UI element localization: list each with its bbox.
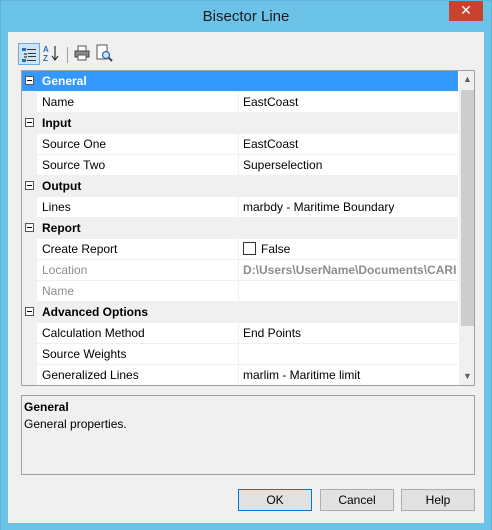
dialog-window: Bisector Line ✕ A Z General Name EastCoa… xyxy=(0,0,492,530)
property-value: D:\Users\UserName\Documents\CARI xyxy=(243,263,457,277)
category-row[interactable]: Output xyxy=(22,176,458,197)
category-row[interactable]: Input xyxy=(22,113,458,134)
scrollbar-thumb[interactable] xyxy=(461,90,474,326)
cancel-button[interactable]: Cancel xyxy=(320,489,394,511)
checkbox-icon[interactable] xyxy=(243,242,256,255)
description-text: General properties. xyxy=(24,417,127,431)
column-divider xyxy=(238,155,239,176)
column-divider xyxy=(238,323,239,344)
chevron-up-icon: ▲ xyxy=(463,74,472,84)
category-row[interactable]: Report xyxy=(22,218,458,239)
property-row[interactable]: Source One EastCoast xyxy=(22,134,458,155)
window-frame-left xyxy=(1,32,8,530)
print-preview-icon xyxy=(96,44,113,62)
categorized-button[interactable] xyxy=(18,43,40,65)
alphabetical-sort-icon: A Z xyxy=(43,45,59,63)
collapse-icon[interactable] xyxy=(25,307,34,316)
column-divider xyxy=(238,239,239,260)
property-row[interactable]: Source Two Superselection xyxy=(22,155,458,176)
property-name: Name xyxy=(42,95,75,109)
column-divider xyxy=(238,134,239,155)
collapse-icon[interactable] xyxy=(25,181,34,190)
property-name: Calculation Method xyxy=(42,326,145,340)
column-divider xyxy=(238,365,239,385)
property-value[interactable]: marbdy - Maritime Boundary xyxy=(243,200,458,214)
vertical-scrollbar[interactable]: ▲ ▼ xyxy=(459,71,474,385)
title-bar[interactable]: Bisector Line ✕ xyxy=(1,1,491,32)
print-preview-button[interactable] xyxy=(94,43,116,65)
collapse-icon[interactable] xyxy=(25,76,34,85)
property-row[interactable]: Name xyxy=(22,281,458,302)
property-name: Name xyxy=(42,284,75,298)
toolbar-separator xyxy=(67,47,68,63)
scroll-down-button[interactable]: ▼ xyxy=(459,368,474,385)
column-divider xyxy=(238,92,239,113)
collapse-icon[interactable] xyxy=(25,223,34,232)
property-row[interactable]: Lines marbdy - Maritime Boundary xyxy=(22,197,458,218)
property-name: Source Two xyxy=(42,158,106,172)
window-frame-right xyxy=(484,32,491,530)
dialog-client-area: A Z General Name EastCoast Input Source … xyxy=(8,32,484,523)
property-row[interactable]: Source Weights xyxy=(22,344,458,365)
property-value[interactable]: EastCoast xyxy=(243,95,458,109)
property-grid[interactable]: General Name EastCoast Input Source One EastC… xyxy=(21,70,475,386)
property-row[interactable]: Create Report False xyxy=(22,239,458,260)
chevron-down-icon: ▼ xyxy=(463,371,472,381)
category-label: Output xyxy=(42,179,82,193)
description-panel: General General properties. xyxy=(21,395,475,475)
close-button[interactable]: ✕ xyxy=(449,1,483,21)
property-name: Create Report xyxy=(42,242,118,256)
ok-button[interactable]: OK xyxy=(238,489,312,511)
checkbox-label: False xyxy=(261,242,291,256)
window-title: Bisector Line xyxy=(202,8,290,25)
close-icon: ✕ xyxy=(460,2,472,18)
property-name: Location xyxy=(42,263,88,277)
category-label: Input xyxy=(42,116,72,130)
property-row[interactable]: Location D:\Users\UserName\Documents\CARI xyxy=(22,260,458,281)
print-icon xyxy=(74,45,90,61)
column-divider xyxy=(238,281,239,302)
collapse-icon[interactable] xyxy=(25,118,34,127)
property-row[interactable]: Name EastCoast xyxy=(22,92,458,113)
column-divider xyxy=(238,344,239,365)
property-name: Source Weights xyxy=(42,347,127,361)
property-name: Lines xyxy=(42,200,71,214)
property-value[interactable]: EastCoast xyxy=(243,137,458,151)
property-value[interactable]: False xyxy=(243,242,458,256)
svg-text:A: A xyxy=(43,45,49,54)
property-row[interactable]: Generalized Lines marlim - Maritime limit xyxy=(22,365,458,385)
category-row[interactable]: Advanced Options xyxy=(22,302,458,323)
property-grid-rows: General Name EastCoast Input Source One EastC… xyxy=(22,71,458,385)
property-row[interactable]: Calculation Method End Points xyxy=(22,323,458,344)
property-value[interactable]: marlim - Maritime limit xyxy=(243,368,458,382)
scroll-up-button[interactable]: ▲ xyxy=(459,71,474,88)
description-title: General xyxy=(24,400,69,414)
property-name: Generalized Lines xyxy=(42,368,139,382)
category-label: Report xyxy=(42,221,81,235)
help-button[interactable]: Help xyxy=(401,489,475,511)
property-name: Source One xyxy=(42,137,107,151)
category-label: Advanced Options xyxy=(42,305,149,319)
category-label: General xyxy=(42,74,87,88)
svg-text:Z: Z xyxy=(43,54,48,63)
property-value[interactable]: End Points xyxy=(243,326,458,340)
alphabetical-button[interactable]: A Z xyxy=(41,43,63,65)
categorized-icon xyxy=(22,48,36,62)
column-divider xyxy=(238,260,239,281)
category-row[interactable]: General xyxy=(22,71,458,92)
window-frame-bottom xyxy=(1,523,491,530)
property-value[interactable]: Superselection xyxy=(243,158,458,172)
print-button[interactable] xyxy=(72,43,94,65)
column-divider xyxy=(238,197,239,218)
